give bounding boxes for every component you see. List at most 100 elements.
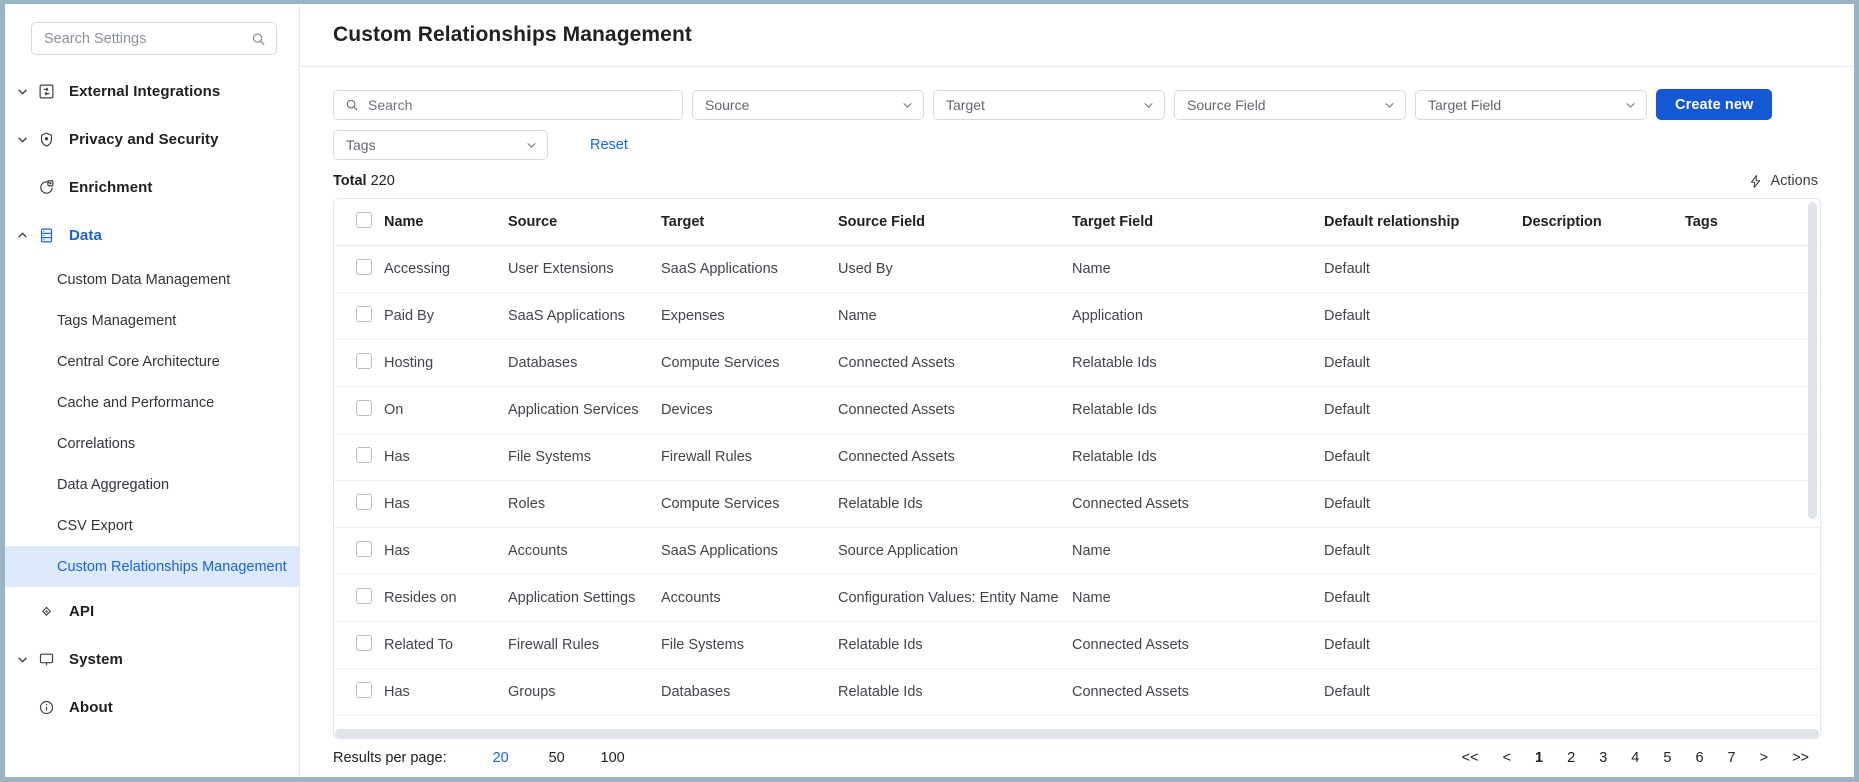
chevron-down-icon bbox=[525, 139, 538, 152]
table-row[interactable]: Has Accounts SaaS Applications Source Appli… bbox=[334, 527, 1820, 575]
pager-arrow-9[interactable]: > bbox=[1748, 750, 1780, 766]
sidebar-subitem-cache-and-performance[interactable]: Cache and Performance bbox=[5, 382, 299, 423]
page-size-100[interactable]: 100 bbox=[585, 750, 641, 766]
table-horizontal-scrollbar[interactable] bbox=[335, 729, 1819, 738]
table-row[interactable]: Paid By SaaS Applications Expenses Name Appl… bbox=[334, 292, 1820, 340]
table-row[interactable]: Has Roles Compute Services Relatable Ids Con… bbox=[334, 480, 1820, 528]
table-row[interactable]: Has File Systems Firewall Rules Connected A… bbox=[334, 433, 1820, 481]
column-header-name[interactable]: Name bbox=[384, 199, 508, 246]
pager-page-7[interactable]: 7 bbox=[1716, 750, 1748, 766]
pager-page-6[interactable]: 6 bbox=[1683, 750, 1715, 766]
row-checkbox-cell[interactable] bbox=[334, 621, 384, 669]
row-checkbox-cell[interactable] bbox=[334, 668, 384, 716]
cell-target-field: Connected Assets bbox=[1072, 480, 1324, 528]
target-field-filter-select[interactable]: Target Field bbox=[1415, 89, 1647, 120]
row-checkbox[interactable] bbox=[356, 400, 372, 416]
actions-button[interactable]: Actions bbox=[1748, 173, 1818, 189]
table-row[interactable]: Resides on Application Settings Accounts Co… bbox=[334, 574, 1820, 622]
row-checkbox-cell[interactable] bbox=[334, 527, 384, 575]
page-size-20[interactable]: 20 bbox=[473, 750, 529, 766]
pager-page-1[interactable]: 1 bbox=[1523, 750, 1555, 766]
cell-name: Paid By bbox=[384, 292, 508, 340]
info-icon bbox=[35, 696, 57, 718]
pager-page-2[interactable]: 2 bbox=[1555, 750, 1587, 766]
column-header-source-field[interactable]: Source Field bbox=[838, 199, 1072, 246]
column-header-target[interactable]: Target bbox=[661, 199, 838, 246]
row-checkbox-cell[interactable] bbox=[334, 339, 384, 387]
row-checkbox-cell[interactable] bbox=[334, 292, 384, 340]
column-header-source[interactable]: Source bbox=[508, 199, 661, 246]
row-checkbox[interactable] bbox=[356, 259, 372, 275]
cell-source-field: Connected Assets bbox=[838, 386, 1072, 434]
sidebar-item-privacy-and-security[interactable]: Privacy and Security bbox=[5, 115, 299, 163]
row-checkbox-cell[interactable] bbox=[334, 480, 384, 528]
pager-page-4[interactable]: 4 bbox=[1619, 750, 1651, 766]
page-size-50[interactable]: 50 bbox=[529, 750, 585, 766]
row-checkbox-cell[interactable] bbox=[334, 245, 384, 293]
row-checkbox[interactable] bbox=[356, 306, 372, 322]
row-checkbox[interactable] bbox=[356, 494, 372, 510]
sidebar-subitem-correlations[interactable]: Correlations bbox=[5, 423, 299, 464]
table-row[interactable]: Has Groups Databases Relatable Ids Connected… bbox=[334, 668, 1820, 716]
chevron-down-icon bbox=[1624, 98, 1637, 111]
row-checkbox-cell[interactable] bbox=[334, 386, 384, 434]
chevron-down-icon[interactable] bbox=[13, 130, 31, 148]
table-row[interactable]: On Application Services Devices Connected A… bbox=[334, 386, 1820, 434]
sidebar-subitem-csv-export[interactable]: CSV Export bbox=[5, 505, 299, 546]
cell-target: SaaS Applications bbox=[661, 245, 838, 293]
search-input[interactable] bbox=[334, 90, 682, 119]
create-new-button[interactable]: Create new bbox=[1656, 89, 1773, 120]
cell-source: Accounts bbox=[508, 527, 661, 575]
column-header-tags[interactable]: Tags bbox=[1685, 199, 1820, 246]
row-checkbox[interactable] bbox=[356, 682, 372, 698]
search-settings-input[interactable] bbox=[32, 23, 276, 54]
table-meta-row: Total 220 Actions bbox=[333, 173, 1821, 189]
database-icon bbox=[35, 224, 57, 246]
row-checkbox[interactable] bbox=[356, 541, 372, 557]
row-checkbox[interactable] bbox=[356, 353, 372, 369]
pager-page-3[interactable]: 3 bbox=[1587, 750, 1619, 766]
sidebar-item-api[interactable]: API bbox=[5, 587, 299, 635]
source-filter-label: Source bbox=[705, 96, 750, 113]
chevron-down-icon[interactable] bbox=[13, 650, 31, 668]
search-box[interactable] bbox=[333, 89, 683, 120]
table-row[interactable]: Accessing User Extensions SaaS Application… bbox=[334, 245, 1820, 293]
row-checkbox[interactable] bbox=[356, 635, 372, 651]
target-filter-select[interactable]: Target bbox=[933, 89, 1165, 120]
sidebar-subitem-tags-management[interactable]: Tags Management bbox=[5, 300, 299, 341]
chevron-up-icon[interactable] bbox=[13, 226, 31, 244]
sidebar-item-system[interactable]: System bbox=[5, 635, 299, 683]
column-header-default-relationship[interactable]: Default relationship bbox=[1324, 199, 1522, 246]
table-row[interactable]: Related To Firewall Rules File Systems Rela… bbox=[334, 621, 1820, 669]
tags-filter-select[interactable]: Tags bbox=[333, 130, 548, 160]
sidebar-item-external-integrations[interactable]: External Integrations bbox=[5, 67, 299, 115]
pager-page-5[interactable]: 5 bbox=[1651, 750, 1683, 766]
cell-description bbox=[1522, 480, 1685, 528]
pager-arrow-0[interactable]: << bbox=[1450, 750, 1491, 766]
target-field-filter-label: Target Field bbox=[1428, 96, 1502, 113]
column-header-description[interactable]: Description bbox=[1522, 199, 1685, 246]
sidebar-subitem-data-aggregation[interactable]: Data Aggregation bbox=[5, 464, 299, 505]
sidebar-item-about[interactable]: About bbox=[5, 683, 299, 731]
source-field-filter-select[interactable]: Source Field bbox=[1174, 89, 1406, 120]
sidebar-search-box[interactable] bbox=[31, 22, 277, 55]
sidebar-subitem-central-core-architecture[interactable]: Central Core Architecture bbox=[5, 341, 299, 382]
source-filter-select[interactable]: Source bbox=[692, 89, 924, 120]
row-checkbox-cell[interactable] bbox=[334, 433, 384, 481]
sidebar-item-enrichment[interactable]: Enrichment bbox=[5, 163, 299, 211]
chevron-down-icon[interactable] bbox=[13, 82, 31, 100]
table-scroll-area[interactable]: Name Source Target Source Field Target F… bbox=[334, 199, 1820, 738]
column-header-target-field[interactable]: Target Field bbox=[1072, 199, 1324, 246]
table-vertical-scrollbar[interactable] bbox=[1808, 202, 1817, 519]
row-checkbox[interactable] bbox=[356, 588, 372, 604]
sidebar-subitem-custom-relationships-management[interactable]: Custom Relationships Management bbox=[5, 546, 299, 587]
pager-arrow-10[interactable]: >> bbox=[1780, 750, 1821, 766]
pager-arrow-1[interactable]: < bbox=[1491, 750, 1523, 766]
sidebar-subitem-custom-data-management[interactable]: Custom Data Management bbox=[5, 259, 299, 300]
row-checkbox-cell[interactable] bbox=[334, 574, 384, 622]
sidebar-item-data[interactable]: Data bbox=[5, 211, 299, 259]
table-row[interactable]: Hosting Databases Compute Services Connecte… bbox=[334, 339, 1820, 387]
reset-link[interactable]: Reset bbox=[590, 137, 628, 153]
select-all-checkbox[interactable] bbox=[356, 212, 372, 228]
row-checkbox[interactable] bbox=[356, 447, 372, 463]
